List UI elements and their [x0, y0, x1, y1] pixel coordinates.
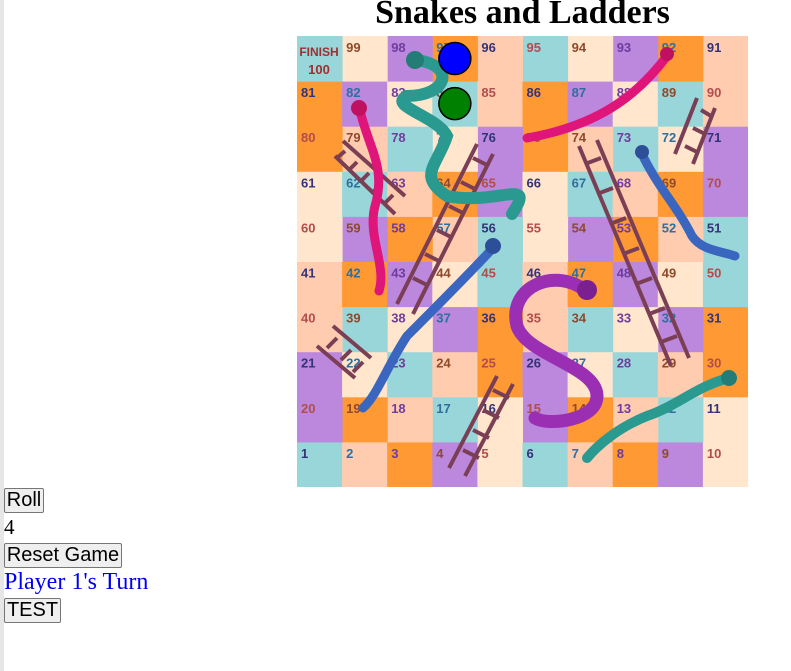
cell-number: 34 [572, 311, 587, 326]
snake-head [577, 280, 597, 300]
cell-number: 50 [707, 266, 721, 281]
cell-number: 2 [346, 446, 353, 461]
test-button[interactable]: TEST [4, 598, 61, 623]
roll-button[interactable]: Roll [4, 488, 44, 513]
snake-head [635, 145, 649, 159]
cell-number: 87 [572, 85, 586, 100]
snake-head [660, 47, 674, 61]
cell-number: 79 [346, 130, 360, 145]
cell-number: 7 [572, 446, 579, 461]
cell-number: 71 [707, 130, 721, 145]
snake-head [351, 100, 367, 116]
cell-number: 33 [617, 311, 631, 326]
cell-number: 24 [436, 356, 451, 371]
cell-number: 44 [436, 266, 451, 281]
cell-number: 85 [481, 85, 495, 100]
cell-number: 8 [617, 446, 624, 461]
cell-number: 81 [301, 85, 315, 100]
cell-number: 39 [346, 311, 360, 326]
cell-number: 67 [572, 175, 586, 190]
snake-head [721, 370, 737, 386]
dice-value: 4 [4, 515, 15, 539]
finish-number: 100 [308, 62, 330, 77]
cell-number: 41 [301, 266, 315, 281]
cell-number: 61 [301, 175, 315, 190]
cell-number: 58 [391, 220, 405, 235]
cell-number: 96 [481, 40, 495, 55]
snake-head [485, 238, 501, 254]
snake-head [406, 51, 424, 69]
player-token [438, 41, 472, 76]
cell-number: 49 [662, 266, 676, 281]
cell-number: 25 [481, 356, 495, 371]
game-board: 1 2 3 4 5 6 7 8 9 10 11 12 13 14 15 16 17 18 19 20 21 22 23 24 2… [297, 36, 748, 487]
cell-number: 55 [527, 220, 541, 235]
board-canvas: 1 2 3 4 5 6 7 8 9 101112131415161718192021 22 23 24 2… [297, 36, 748, 487]
cell-number: 95 [527, 40, 541, 55]
finish-label: FINISH [299, 45, 338, 59]
cell-number: 26 [527, 356, 541, 371]
cell-number: 36 [481, 311, 495, 326]
cell-number: 73 [617, 130, 631, 145]
page-title: Snakes and Ladders [375, 0, 670, 31]
cell-number: 13 [617, 401, 631, 416]
cell-number: 38 [391, 311, 405, 326]
cell-number: 43 [391, 266, 405, 281]
cell-number: 54 [572, 220, 587, 235]
cell-number: 19 [346, 401, 360, 416]
cell-number: 78 [391, 130, 405, 145]
cell-number: 3 [391, 446, 398, 461]
cell-number: 91 [707, 40, 721, 55]
cell-number: 30 [707, 356, 721, 371]
cell-number: 9 [662, 446, 669, 461]
cell-number: 56 [481, 220, 495, 235]
cell-number: 5 [481, 446, 488, 461]
cell-number: 37 [436, 311, 450, 326]
cell-number: 60 [301, 220, 315, 235]
cell-number: 99 [346, 40, 360, 55]
cell-number: 59 [346, 220, 360, 235]
cell-number: 89 [662, 85, 676, 100]
cell-number: 21 [301, 356, 315, 371]
cell-number: 42 [346, 266, 360, 281]
cell-number: 17 [436, 401, 450, 416]
cell-number: 93 [617, 40, 631, 55]
cell-number: 86 [527, 85, 541, 100]
cell-number: 35 [527, 311, 541, 326]
cell-number: 72 [662, 130, 676, 145]
cell-number: 90 [707, 85, 721, 100]
cell-number: 4 [436, 446, 444, 461]
cell-number: 31 [707, 311, 721, 326]
cell-number: 20 [301, 401, 315, 416]
cell-number: 51 [707, 220, 721, 235]
cell-number: 11 [707, 401, 721, 416]
player-token [438, 86, 472, 121]
cell-number: 10 [707, 446, 721, 461]
cell-number: 52 [662, 220, 676, 235]
cell-number: 45 [481, 266, 495, 281]
cell-number: 98 [391, 40, 405, 55]
cell-number: 65 [481, 175, 495, 190]
cell-number: 74 [572, 130, 587, 145]
cell-number: 66 [527, 175, 541, 190]
cell-number: 80 [301, 130, 315, 145]
cell-number: 40 [301, 311, 315, 326]
cell-number: 18 [391, 401, 405, 416]
cell-number: 70 [707, 175, 721, 190]
cell-number: 82 [346, 85, 360, 100]
cell-number: 1 [301, 446, 308, 461]
cell-number: 76 [481, 130, 495, 145]
cell-number: 28 [617, 356, 631, 371]
cell-number: 94 [572, 40, 587, 55]
cell-number: 6 [527, 446, 534, 461]
reset-game-button[interactable]: Reset Game [4, 543, 122, 568]
turn-indicator: Player 1's Turn [4, 569, 149, 595]
